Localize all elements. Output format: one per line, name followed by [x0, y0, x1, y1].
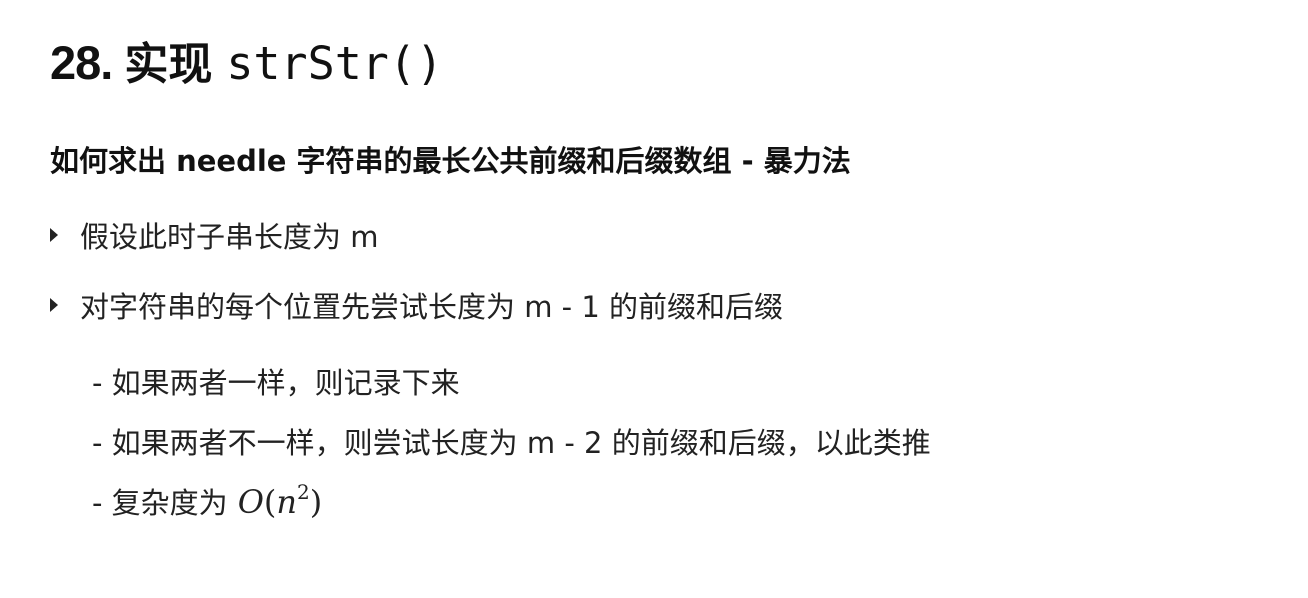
sub-item-text: - 如果两者一样，则记录下来	[92, 366, 460, 400]
math-big-o: O	[237, 483, 264, 521]
slide: 28. 实现 strStr() 如何求出 needle 字符串的最长公共前缀和后…	[0, 0, 1308, 598]
complexity-formula: O(n2)	[237, 480, 323, 521]
slide-title: 28. 实现 strStr()	[50, 28, 443, 92]
triangle-bullet-icon	[50, 298, 58, 312]
math-open-paren: (	[263, 483, 277, 521]
sub-item: - 如果两者一样，则记录下来	[92, 360, 460, 402]
sub-item: - 复杂度为 O(n2)	[92, 480, 322, 522]
math-close-paren: )	[309, 483, 323, 521]
sub-item-text: - 复杂度为	[92, 486, 228, 520]
sub-item-text: - 如果两者不一样，则尝试长度为 m - 2 的前缀和后缀，以此类推	[92, 426, 931, 460]
math-exponent: 2	[297, 480, 310, 504]
title-number: 28.	[50, 36, 113, 89]
sub-item: - 如果两者不一样，则尝试长度为 m - 2 的前缀和后缀，以此类推	[92, 420, 931, 462]
bullet-text: 对字符串的每个位置先尝试长度为 m - 1 的前缀和后缀	[80, 290, 784, 324]
title-code: strStr()	[226, 37, 444, 90]
slide-subtitle: 如何求出 needle 字符串的最长公共前缀和后缀数组 - 暴力法	[50, 144, 851, 178]
math-variable-n: n	[276, 483, 298, 521]
bullet-item: 假设此时子串长度为 m	[50, 214, 378, 256]
triangle-bullet-icon	[50, 228, 58, 242]
bullet-text: 假设此时子串长度为 m	[80, 220, 379, 254]
title-text: 实现	[124, 39, 213, 90]
bullet-item: 对字符串的每个位置先尝试长度为 m - 1 的前缀和后缀	[50, 284, 783, 326]
